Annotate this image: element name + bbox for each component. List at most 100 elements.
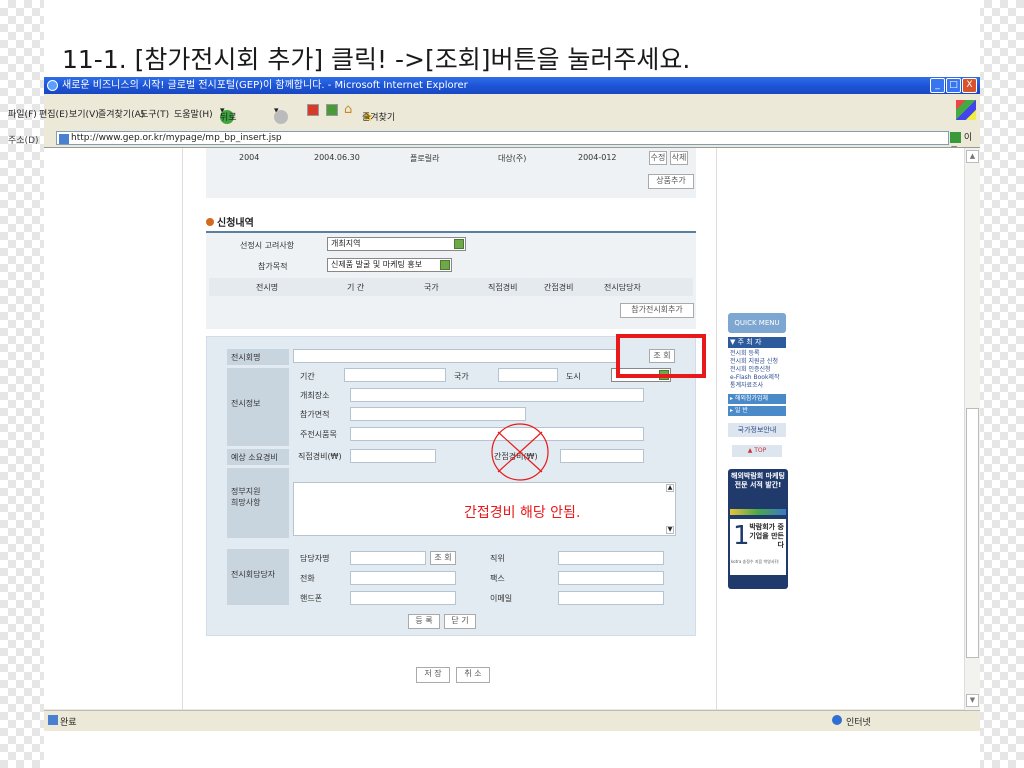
window-title: 새로운 비즈니스의 시작! 글로벌 전시포털(GEP)이 함께합니다. - Mi… — [62, 80, 468, 91]
vertical-scrollbar[interactable]: ▲ ▼ — [964, 148, 980, 710]
purpose-label: 참가목적 — [258, 262, 288, 271]
cross-mark-icon — [491, 423, 549, 481]
exhibition-name-input[interactable] — [293, 349, 617, 363]
phone-input[interactable] — [350, 571, 456, 585]
scroll-down-arrow-icon[interactable]: ▼ — [966, 694, 979, 707]
minimize-button[interactable]: _ — [930, 78, 945, 93]
book-ad-footer: kotra 송정수 지음 박영사刊 — [731, 559, 779, 564]
book-ad[interactable]: 해외박람회 마케팅 전문 서적 발간! 1 박람회가 중기업을 만든다 kotr… — [728, 469, 788, 589]
cell-product: 플로릴라 — [410, 154, 440, 163]
edit-button[interactable]: 수정 — [649, 151, 667, 165]
right-divider — [716, 148, 717, 710]
quick-item-3[interactable]: e-Flash Book제작 — [730, 374, 779, 382]
quick-menu: QUICK MENU ▼ 주 최 자 전시회 등록 전시회 지원금 신청 전시회… — [728, 313, 788, 613]
close-form-button[interactable]: 닫 기 — [444, 614, 476, 629]
back-button[interactable]: 뒤로 ▾ — [220, 103, 237, 124]
slide-title: 11-1. [참가전시회 추가] 클릭! ->[조회]버튼을 눌러주세요. — [62, 45, 691, 74]
cell-date: 2004.06.30 — [314, 153, 360, 162]
dropdown-icon — [440, 260, 450, 270]
address-bar: 주소(D) http://www.gep.or.kr/mypage/mp_bp_… — [8, 131, 980, 157]
close-window-button[interactable]: X — [962, 78, 977, 93]
stop-icon[interactable] — [307, 104, 319, 116]
menu-edit[interactable]: 편집(E) — [39, 107, 68, 120]
menu-view[interactable]: 보기(V) — [69, 107, 99, 120]
country-input[interactable] — [498, 368, 558, 382]
scroll-thumb[interactable] — [966, 408, 979, 658]
annotation-text: 간접경비 해당 안됨. — [464, 505, 581, 521]
menu-bar: 파일(F) 편집(E) 보기(V) 즐겨찾기(A) 도구(T) 도움말(H) 뒤… — [8, 100, 980, 125]
main-items-label: 주전시품목 — [300, 430, 337, 439]
col-exhibition-name: 전시명 — [256, 283, 279, 292]
col-manager: 전시담당자 — [604, 283, 641, 292]
fax-input[interactable] — [558, 571, 664, 585]
indirect-cost-input[interactable] — [560, 449, 644, 463]
go-button[interactable]: 이동 — [950, 131, 980, 157]
status-bar: 완료 인터넷 — [44, 710, 980, 731]
fax-label: 팩스 — [490, 574, 505, 583]
exhibition-info-label: 전시정보 — [227, 368, 289, 446]
top-button[interactable]: ▲ TOP — [732, 445, 782, 457]
area-label: 참가면적 — [300, 410, 330, 419]
menu-file[interactable]: 파일(F) — [8, 107, 37, 120]
manager-search-button[interactable]: 조 회 — [430, 551, 456, 565]
quick-overseas[interactable]: ▸ 해외참가업체 — [728, 394, 786, 404]
scroll-up-icon[interactable]: ▲ — [666, 484, 674, 492]
quick-item-2[interactable]: 전시회 인증신청 — [730, 366, 771, 374]
consideration-select[interactable]: 개최지역 — [327, 237, 466, 251]
page-icon — [59, 134, 69, 144]
add-product-button[interactable]: 상품추가 — [648, 174, 694, 189]
col-period: 기 간 — [347, 283, 365, 292]
cell-year: 2004 — [239, 153, 260, 162]
quick-item-1[interactable]: 전시회 지원금 신청 — [730, 358, 778, 366]
ie-window: 새로운 비즈니스의 시작! 글로벌 전시포털(GEP)이 함께합니다. - Mi… — [8, 77, 980, 731]
left-divider — [182, 148, 183, 710]
col-indirect-cost: 간접경비 — [544, 283, 574, 292]
menu-help[interactable]: 도움말(H) — [174, 107, 213, 120]
city-label: 도시 — [566, 372, 581, 381]
cell-code: 2004-012 — [578, 153, 617, 162]
position-label: 직위 — [490, 554, 505, 563]
highlight-box — [616, 334, 706, 378]
quick-item-4[interactable]: 통계자료조사 — [730, 382, 763, 390]
product-table — [206, 148, 696, 198]
ie-logo-icon — [47, 80, 58, 91]
cancel-button[interactable]: 취 소 — [456, 667, 490, 683]
quick-item-0[interactable]: 전시회 등록 — [730, 350, 760, 358]
dropdown-icon — [454, 239, 464, 249]
exhibition-name-label: 전시회명 — [227, 349, 289, 365]
venue-input[interactable] — [350, 388, 644, 402]
add-exhibition-button[interactable]: 참가전시회추가 — [620, 303, 694, 318]
maximize-button[interactable]: □ — [946, 78, 961, 93]
register-button[interactable]: 등 록 — [408, 614, 440, 629]
address-input[interactable]: http://www.gep.or.kr/mypage/mp_bp_insert… — [56, 131, 949, 145]
country-info-link[interactable]: 국가정보안내 — [728, 423, 786, 437]
home-icon[interactable]: ⌂ — [344, 102, 352, 118]
manager-name-input[interactable] — [350, 551, 426, 565]
direct-cost-input[interactable] — [350, 449, 436, 463]
delete-button[interactable]: 삭제 — [670, 151, 688, 165]
col-country: 국가 — [424, 283, 439, 292]
forward-button[interactable]: ▾ — [274, 103, 288, 124]
quick-general[interactable]: ▸ 일 반 — [728, 406, 786, 416]
forward-arrow-icon — [274, 110, 288, 124]
email-input[interactable] — [558, 591, 664, 605]
menu-tools[interactable]: 도구(T) — [140, 107, 169, 120]
cell-company: 대상(주) — [498, 154, 527, 163]
country-label: 국가 — [454, 372, 469, 381]
venue-label: 개최장소 — [300, 391, 330, 400]
mobile-input[interactable] — [350, 591, 456, 605]
book-ad-stripe — [730, 509, 786, 515]
go-arrow-icon — [950, 132, 961, 143]
globe-icon — [832, 715, 842, 725]
purpose-select[interactable]: 신제품 발굴 및 마케팅 홍보 — [327, 258, 452, 272]
window-titlebar[interactable]: 새로운 비즈니스의 시작! 글로벌 전시포털(GEP)이 함께합니다. - Mi… — [44, 77, 980, 94]
menu-favorites[interactable]: 즐겨찾기(A) — [98, 107, 144, 120]
col-direct-cost: 직접경비 — [488, 283, 518, 292]
refresh-icon[interactable] — [326, 104, 338, 116]
period-start-input[interactable] — [344, 368, 446, 382]
scroll-down-icon[interactable]: ▼ — [666, 526, 674, 534]
area-input[interactable] — [350, 407, 526, 421]
save-button[interactable]: 저 장 — [416, 667, 450, 683]
scroll-up-arrow-icon[interactable]: ▲ — [966, 150, 979, 163]
position-input[interactable] — [558, 551, 664, 565]
